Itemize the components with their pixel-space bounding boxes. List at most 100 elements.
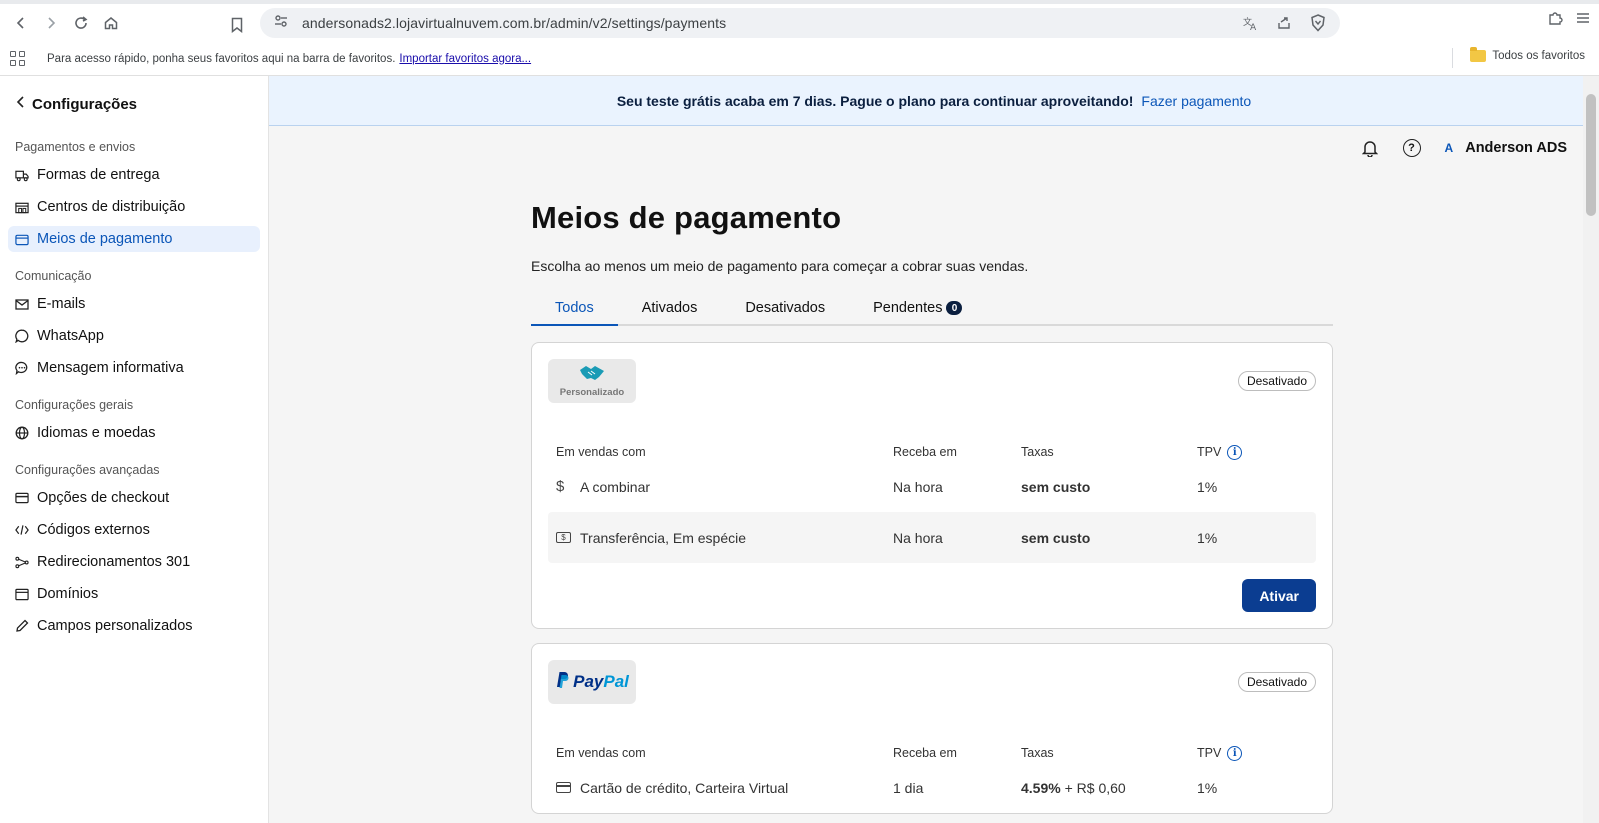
avatar: A: [1444, 141, 1454, 155]
sidebar-item-languages[interactable]: Idiomas e moedas: [8, 420, 260, 446]
payment-card-paypal: PayPal Desativado Em vendas com Receba e…: [531, 643, 1333, 814]
translate-icon[interactable]: 文A: [1238, 12, 1262, 34]
user-menu[interactable]: A Anderson ADS: [1445, 140, 1567, 156]
back-arrow-icon[interactable]: [6, 8, 36, 38]
bookmarks-prompt: Para acesso rápido, ponha seus favoritos…: [47, 52, 396, 65]
col-header-fees: Taxas: [1021, 445, 1054, 459]
payment-card-custom: Personalizado Desativado Em vendas com R…: [531, 342, 1333, 629]
activate-button[interactable]: Ativar: [1242, 579, 1316, 612]
code-icon: [15, 523, 29, 537]
sidebar-item-label: Mensagem informativa: [37, 360, 184, 376]
group-title-general: Configurações gerais: [15, 398, 134, 412]
fee-percent: 4.59%: [1021, 779, 1061, 796]
tab-disabled[interactable]: Desativados: [721, 292, 849, 324]
home-icon[interactable]: [96, 8, 126, 38]
sidebar-item-delivery[interactable]: Formas de entrega: [8, 162, 260, 188]
share-icon[interactable]: [1272, 12, 1296, 34]
cash-icon: $: [556, 532, 572, 543]
method-cell: $ A combinar: [556, 478, 893, 495]
paypal-p-icon: [555, 671, 569, 693]
sidebar-item-label: WhatsApp: [37, 328, 104, 344]
brave-shield-icon[interactable]: [1306, 12, 1330, 34]
page-subtitle: Escolha ao menos um meio de pagamento pa…: [531, 258, 1029, 274]
col-header-sales: Em vendas com: [556, 445, 646, 459]
group-title-payments: Pagamentos e envios: [15, 140, 136, 154]
admin-app: Configurações Pagamentos e envios Formas…: [0, 76, 1599, 823]
fee-cell: 4.59% + R$ 0,60: [1021, 780, 1197, 796]
site-settings-icon[interactable]: [274, 14, 288, 33]
tab-all[interactable]: Todos: [531, 292, 618, 326]
tab-label: Desativados: [745, 300, 826, 316]
bell-icon[interactable]: [1361, 138, 1379, 158]
make-payment-link[interactable]: Fazer pagamento: [1141, 93, 1251, 109]
sidebar-item-label: Redirecionamentos 301: [37, 554, 191, 570]
tab-label: Ativados: [641, 300, 698, 316]
paypal-logo: PayPal: [548, 660, 636, 704]
sidebar-item-custom-fields[interactable]: Campos personalizados: [8, 613, 260, 639]
info-icon[interactable]: i: [1227, 444, 1243, 460]
trial-banner: Seu teste grátis acaba em 7 dias. Pague …: [269, 76, 1599, 126]
receive-cell: Na hora: [893, 529, 943, 546]
import-bookmarks-link[interactable]: Importar favoritos agora...: [399, 53, 531, 65]
sidebar-item-label: Códigos externos: [37, 522, 150, 538]
address-bar[interactable]: andersonads2.lojavirtualnuvem.com.br/adm…: [260, 8, 1340, 38]
mail-icon: [15, 297, 29, 311]
col-header-tpv: TPV i: [1197, 444, 1277, 460]
fee-cell: sem custo: [1021, 529, 1091, 546]
back-label: Configurações: [32, 95, 138, 113]
custom-logo-label: Personalizado: [559, 387, 625, 398]
user-name: Anderson ADS: [1465, 140, 1567, 156]
sidebar-item-emails[interactable]: E-mails: [8, 291, 260, 317]
sidebar-item-info-message[interactable]: Mensagem informativa: [8, 355, 260, 381]
sidebar-item-label: Domínios: [37, 586, 99, 602]
trial-banner-text: Seu teste grátis acaba em 7 dias. Pague …: [616, 92, 1134, 109]
tpv-cell: 1%: [1197, 478, 1218, 495]
scrollbar-thumb[interactable]: [1586, 94, 1596, 216]
svg-text:A: A: [1250, 23, 1257, 31]
tab-label: Pendentes: [873, 300, 943, 316]
tab-label: Todos: [555, 300, 594, 316]
extensions-puzzle-icon[interactable]: [1547, 10, 1563, 31]
page-title: Meios de pagamento: [531, 200, 842, 235]
bookmark-star-icon[interactable]: [222, 10, 252, 40]
forward-arrow-icon[interactable]: [36, 8, 66, 38]
sidebar-item-domains[interactable]: Domínios: [8, 581, 260, 607]
sidebar-item-external-codes[interactable]: Códigos externos: [8, 517, 260, 543]
url-text: andersonads2.lojavirtualnuvem.com.br/adm…: [302, 15, 727, 31]
info-icon[interactable]: i: [1227, 745, 1243, 761]
reload-icon[interactable]: [66, 8, 96, 38]
sidebar-item-payment-methods[interactable]: Meios de pagamento: [8, 226, 260, 252]
browser-menu-icon[interactable]: [1575, 10, 1591, 31]
card-actions: Ativar: [548, 563, 1316, 628]
bookmarks-bar: Para acesso rápido, ponha seus favoritos…: [0, 42, 1599, 76]
help-icon[interactable]: ?: [1402, 139, 1421, 157]
group-title-communication: Comunicação: [15, 269, 92, 283]
sidebar-item-checkout-options[interactable]: Opções de checkout: [8, 485, 260, 511]
tpv-label: TPV: [1197, 746, 1222, 760]
tab-pending[interactable]: Pendentes 0: [849, 292, 986, 324]
group-title-advanced: Configurações avançadas: [15, 463, 160, 477]
apps-grid-icon[interactable]: [10, 50, 26, 67]
redirect-icon: [15, 555, 29, 569]
truck-icon: [15, 168, 29, 182]
method-name: Cartão de crédito, Carteira Virtual: [580, 779, 789, 796]
tab-enabled[interactable]: Ativados: [618, 292, 722, 324]
method-cell: $ Transferência, Em espécie: [556, 530, 893, 546]
sidebar-item-distribution-centers[interactable]: Centros de distribuição: [8, 194, 260, 220]
chat-bubble-icon: [15, 361, 29, 375]
all-bookmarks-button[interactable]: Todos os favoritos: [1470, 47, 1585, 62]
col-header-tpv: TPV i: [1197, 745, 1277, 761]
filter-tabs: Todos Ativados Desativados Pendentes 0: [531, 292, 1333, 326]
sidebar-item-label: E-mails: [37, 296, 86, 312]
sidebar-item-redirects[interactable]: Redirecionamentos 301: [8, 549, 260, 575]
chevron-left-icon: [16, 95, 26, 114]
col-header-fees: Taxas: [1021, 746, 1054, 760]
handshake-icon: [579, 364, 605, 387]
back-to-settings-link[interactable]: Configurações: [8, 94, 260, 114]
all-bookmarks-label: Todos os favoritos: [1492, 50, 1585, 62]
whatsapp-icon: [15, 329, 29, 343]
table-row: $ Transferência, Em espécie Na hora sem …: [548, 512, 1316, 563]
sidebar-item-whatsapp[interactable]: WhatsApp: [8, 323, 260, 349]
wallet-icon: [15, 232, 29, 246]
page-scrollbar[interactable]: [1583, 76, 1599, 823]
